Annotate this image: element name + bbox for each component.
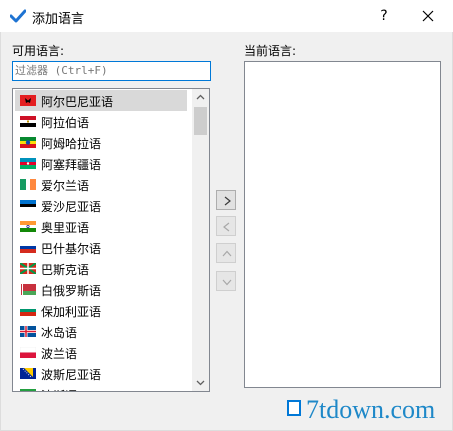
checkmark-icon (10, 9, 26, 23)
close-icon (422, 10, 434, 22)
language-item[interactable]: 保加利亚语 (15, 300, 187, 321)
title-bar: 添加语言 ? (0, 0, 453, 32)
language-item[interactable]: 巴斯克语 (15, 258, 187, 279)
bosnia-flag-icon (20, 368, 36, 379)
chevron-up-icon (222, 250, 232, 257)
help-button[interactable]: ? (372, 4, 396, 28)
language-item[interactable]: 爱尔兰语 (15, 174, 187, 195)
language-item-label: 波兰语 (41, 347, 78, 361)
language-item[interactable]: 白俄罗斯语 (15, 279, 187, 300)
estonia-flag-icon (20, 200, 36, 211)
filter-input[interactable] (12, 61, 211, 81)
language-item-label: 保加利亚语 (41, 305, 102, 319)
move-up-button[interactable] (216, 243, 236, 263)
belarus-flag-icon (20, 284, 36, 295)
language-item-label: 巴什基尔语 (41, 242, 102, 256)
language-item[interactable]: 奥里亚语 (15, 216, 187, 237)
poland-flag-icon (20, 347, 36, 358)
language-item[interactable]: 阿拉伯语 (15, 111, 187, 132)
window-title: 添加语言 (32, 12, 85, 27)
language-item[interactable]: 巴什基尔语 (15, 237, 187, 258)
ok-button-partial[interactable] (287, 400, 301, 416)
language-item-label: 阿拉伯语 (41, 116, 90, 130)
language-item-label: 巴斯克语 (41, 263, 90, 277)
language-item[interactable]: 阿塞拜疆语 (15, 153, 187, 174)
russia-flag-icon (20, 242, 36, 253)
ireland-flag-icon (20, 179, 36, 190)
available-languages-list[interactable]: 阿尔巴尼亚语 阿拉伯语阿姆哈拉语阿塞拜疆语爱尔兰语爱沙尼亚语奥里亚语巴什基尔语巴斯… (12, 88, 210, 392)
ethiopia-flag-icon (20, 137, 36, 148)
language-item-label: 白俄罗斯语 (41, 284, 102, 298)
language-item[interactable]: 波兰语 (15, 342, 187, 363)
language-item[interactable]: 波斯尼亚语 (15, 363, 187, 384)
current-languages-label: 当前语言: (244, 44, 297, 58)
language-item-label: 阿尔巴尼亚语 (41, 95, 114, 109)
move-down-button[interactable] (216, 271, 236, 291)
azerbaijan-flag-icon (20, 158, 36, 169)
basque-flag-icon (20, 263, 36, 274)
chevron-right-icon (224, 196, 231, 206)
language-item[interactable]: 阿尔巴尼亚语 (15, 90, 187, 111)
iceland-flag-icon (20, 326, 36, 337)
available-languages-label: 可用语言: (12, 44, 65, 58)
language-item[interactable]: 冰岛语 (15, 321, 187, 342)
language-item-label: 奥里亚语 (41, 221, 90, 235)
india-flag-icon (20, 221, 36, 232)
chevron-down-icon (196, 380, 205, 386)
language-item-label: 波斯语 (41, 387, 77, 391)
current-languages-list[interactable] (244, 61, 441, 388)
language-item-label: 爱沙尼亚语 (41, 200, 102, 214)
language-item[interactable]: 阿姆哈拉语 (15, 132, 187, 153)
remove-language-button[interactable] (216, 216, 236, 236)
language-item-label: 阿姆哈拉语 (41, 137, 102, 151)
language-item-label: 阿塞拜疆语 (41, 158, 102, 172)
add-language-button[interactable] (216, 190, 236, 210)
language-item-label: 波斯尼亚语 (41, 368, 102, 382)
chevron-down-icon (222, 279, 232, 286)
language-item[interactable]: 波斯语 (15, 384, 187, 391)
chevron-left-icon (223, 222, 230, 232)
bulgaria-flag-icon (20, 305, 36, 316)
language-item-label: 爱尔兰语 (41, 179, 90, 193)
chevron-up-icon (196, 94, 205, 100)
list-scrollbar[interactable] (192, 89, 209, 391)
egypt-flag-icon (20, 116, 36, 127)
scroll-thumb[interactable] (194, 107, 207, 135)
language-item[interactable]: 爱沙尼亚语 (15, 195, 187, 216)
scroll-down-button[interactable] (192, 374, 209, 391)
iran-flag-icon (20, 389, 36, 391)
scroll-up-button[interactable] (192, 89, 209, 106)
albania-flag-icon (20, 95, 36, 106)
watermark-text: 7tdown.com (306, 395, 436, 424)
language-item-label: 冰岛语 (41, 326, 78, 340)
close-button[interactable] (415, 4, 441, 28)
